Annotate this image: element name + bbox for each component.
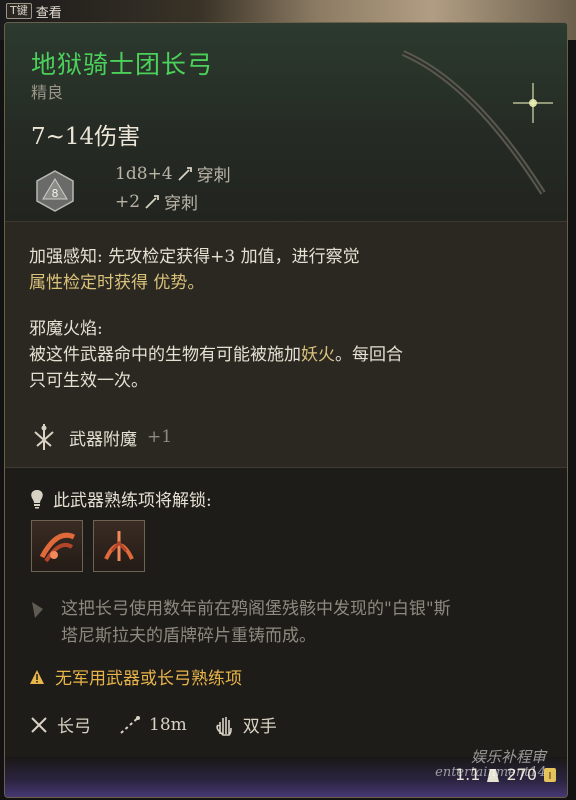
- watermark-line: 娱乐补程审: [470, 748, 546, 766]
- inspect-hint: T键 查看: [6, 2, 62, 21]
- crossed-swords-icon: [31, 716, 47, 733]
- passive-title-fire: 邪魔火焰:: [29, 319, 103, 339]
- enchantment-icon: [34, 424, 54, 450]
- passive-text: 。: [187, 273, 205, 293]
- enchantment-label: 武器附魔: [69, 429, 137, 450]
- piercing-icon: [177, 166, 192, 181]
- handedness-label: 双手: [242, 717, 277, 737]
- passive-heightened-senses-cont: 属性检定时获得 优势。: [29, 270, 204, 296]
- weapon-enchantment: 武器附魔 +1: [29, 422, 172, 452]
- proficiency-warning: 无军用武器或长弓熟练项: [29, 664, 242, 689]
- mobile-shot-icon: [104, 531, 134, 561]
- item-tooltip: 地狱骑士团长弓 精良 7~14伤害 8 1d8+4 穿刺 +2 穿刺 加强感知:…: [4, 22, 568, 798]
- lightbulb-icon: [31, 489, 43, 508]
- weapon-handedness: 双手: [215, 712, 277, 737]
- watermark: 娱乐补程审 entertainment14: [435, 748, 546, 781]
- proficiency-label: 此武器熟练项将解锁:: [53, 491, 212, 511]
- proficiency-skill-2[interactable]: [93, 520, 145, 572]
- lore-line: 这把长弓使用数年前在鸦阁堡残骸中发现的"白银"斯: [61, 599, 451, 619]
- watermark-line: entertainment14: [435, 765, 546, 780]
- item-lore: 这把长弓使用数年前在鸦阁堡残骸中发现的"白银"斯 塔尼斯拉夫的盾牌碎片重铸而成。: [61, 596, 551, 650]
- inspect-label[interactable]: 查看: [36, 2, 62, 21]
- passive-fire-desc: 被这件武器命中的生物有可能被施加妖火。每回合: [29, 342, 403, 368]
- lore-line: 塔尼斯拉夫的盾牌碎片重铸而成。: [61, 626, 316, 646]
- passive-text: 。每回合: [335, 345, 403, 365]
- passive-text: 被这件武器命中的生物有可能被施加: [29, 345, 301, 365]
- weapon-range: 18m: [119, 715, 187, 735]
- faerie-fire-keyword[interactable]: 妖火: [301, 345, 335, 365]
- key-hint: T键: [6, 3, 32, 19]
- range-icon: [120, 715, 140, 734]
- passive-text: 属性检定时获得: [29, 273, 154, 293]
- damage-line-1: 1d8+4 穿刺: [115, 161, 231, 187]
- damage-type: 穿刺: [196, 166, 231, 186]
- damage-type: 穿刺: [164, 194, 199, 214]
- sweeping-shot-icon: [39, 532, 76, 563]
- warning-text: 无军用武器或长弓熟练项: [55, 669, 242, 689]
- item-title: 地狱骑士团长弓: [31, 50, 214, 79]
- passives-section: 加强感知: 先攻检定获得+3 加值，进行察觉 属性检定时获得 优势。 邪魔火焰:…: [5, 221, 567, 480]
- damage-range: 7~14伤害: [31, 124, 141, 150]
- warning-icon: [30, 669, 44, 684]
- details-section: 此武器熟练项将解锁: 这把长弓使用数年前在鸦阁堡残骸中发现的"白银"斯 塔尼斯拉…: [5, 467, 567, 758]
- damage-formula: 1d8+4: [115, 163, 173, 184]
- passive-heightened-senses: 加强感知: 先攻检定获得+3 加值，进行察觉: [29, 244, 360, 270]
- range-label: 18m: [149, 714, 187, 735]
- enchantment-value: +1: [147, 427, 173, 447]
- piercing-icon: [145, 194, 159, 209]
- weapon-type: 长弓: [29, 712, 91, 737]
- d8-die-icon: 8: [36, 170, 74, 212]
- passive-text: 加强感知: 先攻检定获得+3 加值，进行察觉: [29, 247, 360, 267]
- item-header: 地狱骑士团长弓 精良 7~14伤害 8 1d8+4 穿刺 +2 穿刺: [5, 23, 567, 233]
- die-value: 8: [52, 187, 59, 200]
- item-rarity: 精良: [31, 83, 64, 102]
- advantage-keyword[interactable]: 优势: [153, 273, 187, 293]
- weapon-properties: 长弓 18m 双手: [29, 712, 295, 737]
- weapon-type-label: 长弓: [57, 717, 91, 737]
- damage-line-2: +2 穿刺: [115, 189, 199, 215]
- arrow-decoration-icon: [401, 50, 553, 195]
- quill-icon: [32, 602, 43, 618]
- proficiency-unlock: 此武器熟练项将解锁:: [29, 486, 212, 511]
- passive-fire-desc-cont: 只可生效一次。: [29, 371, 148, 391]
- hand-icon: [216, 716, 232, 736]
- svg-text:I: I: [549, 771, 552, 782]
- damage-formula: +2: [115, 191, 141, 212]
- proficiency-skill-1[interactable]: [31, 520, 83, 572]
